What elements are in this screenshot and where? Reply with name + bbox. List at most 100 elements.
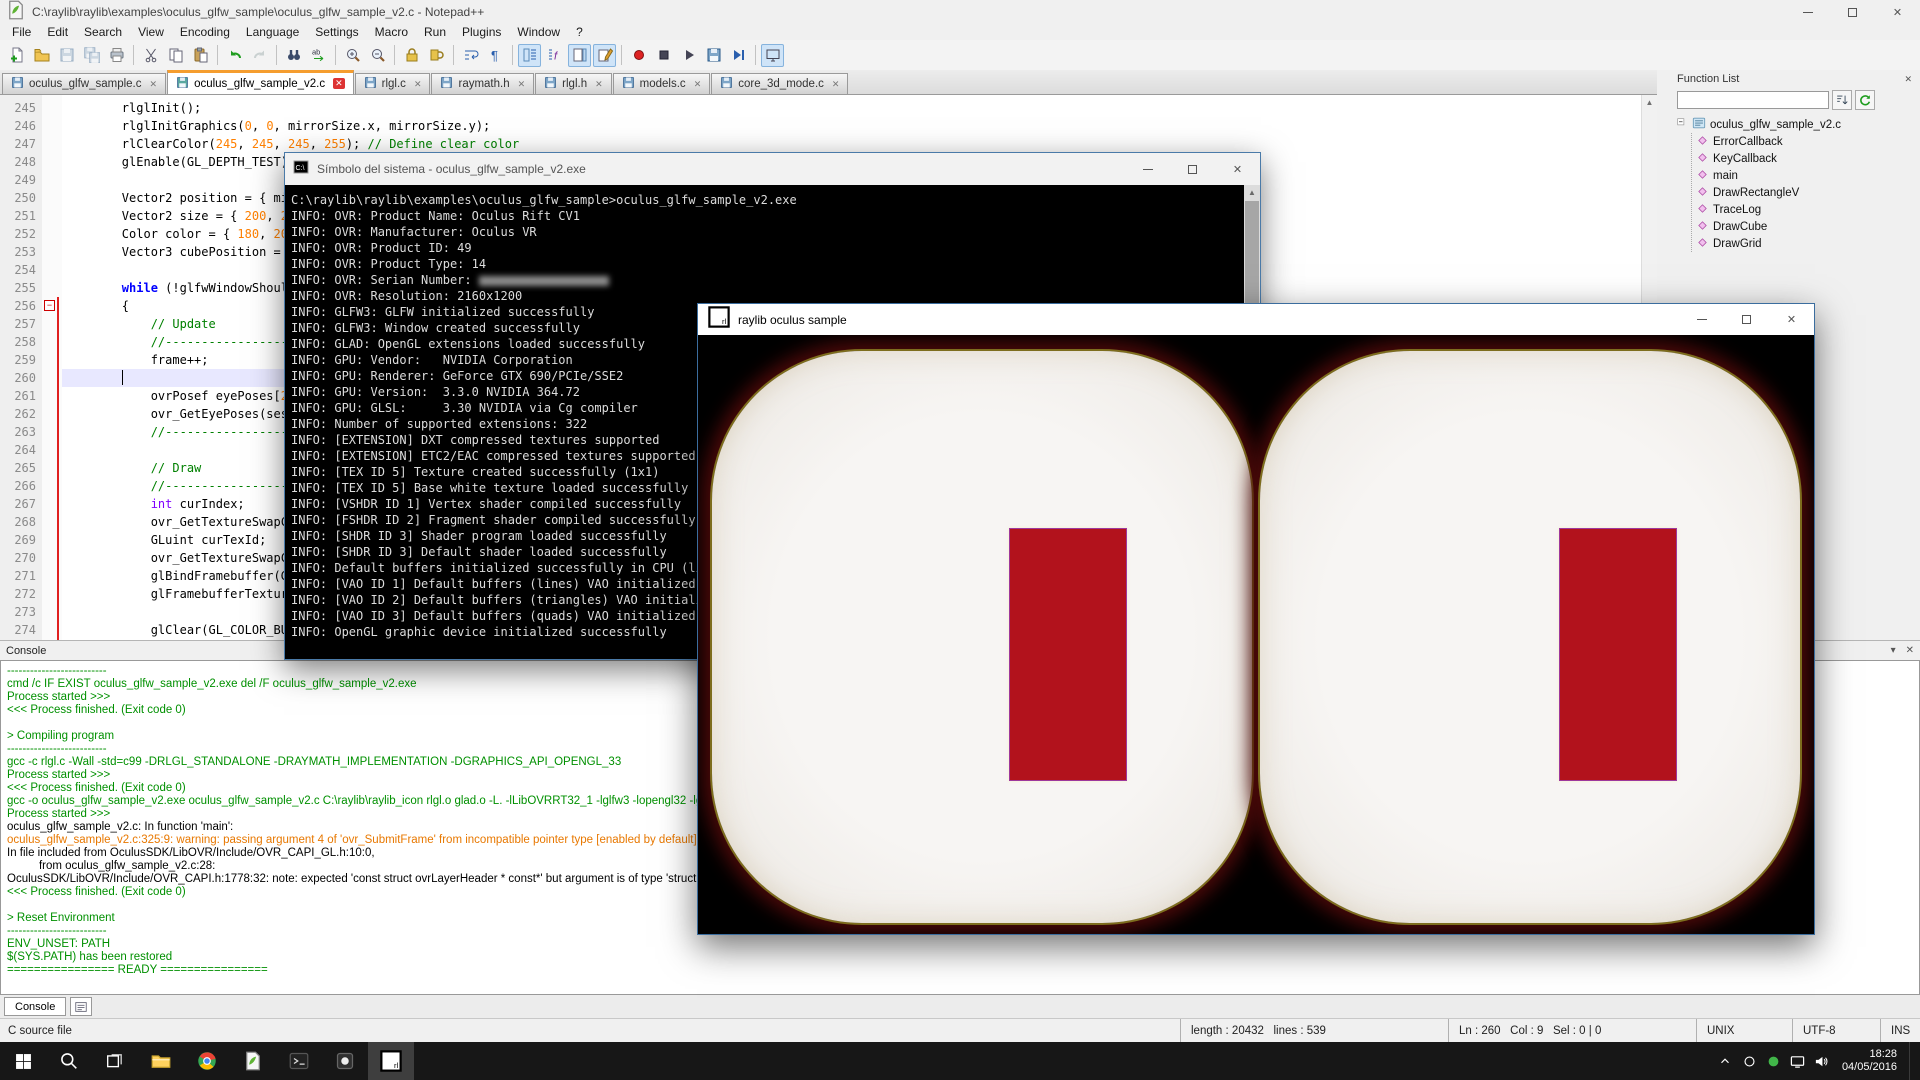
tab-console[interactable]: Console — [4, 997, 66, 1016]
npp-minimize-button[interactable] — [1785, 0, 1830, 24]
taskbar-chrome-icon[interactable] — [184, 1042, 230, 1080]
close-icon[interactable]: ✕ — [1906, 645, 1914, 656]
raylib-window[interactable]: rl raylib oculus sample ✕ — [697, 303, 1815, 935]
function-item-DrawCube[interactable]: DrawCube — [1696, 218, 1920, 235]
cmd-close-button[interactable]: ✕ — [1215, 153, 1260, 185]
taskbar-app-icon[interactable] — [322, 1042, 368, 1080]
close-tab-icon[interactable]: ✕ — [595, 79, 603, 90]
print-icon[interactable] — [105, 44, 128, 67]
menu-macro[interactable]: Macro — [367, 24, 416, 40]
menu-plugins[interactable]: Plugins — [454, 24, 509, 40]
save-macro-icon[interactable] — [702, 44, 725, 67]
raylib-titlebar[interactable]: rl raylib oculus sample ✕ — [698, 304, 1814, 335]
close-tab-icon[interactable]: ✕ — [832, 79, 840, 90]
redo-icon[interactable] — [248, 44, 271, 67]
doc-map-icon[interactable] — [568, 44, 591, 67]
tray-app1-icon[interactable] — [1737, 1042, 1761, 1080]
cut-icon[interactable] — [139, 44, 162, 67]
close-tab-icon[interactable]: ✕ — [414, 79, 422, 90]
tray-app2-icon[interactable] — [1761, 1042, 1785, 1080]
console-panel-icon[interactable] — [70, 997, 92, 1016]
menu-edit[interactable]: Edit — [39, 24, 76, 40]
open-file-icon[interactable] — [30, 44, 53, 67]
show-desktop-button[interactable] — [1909, 1042, 1914, 1080]
tab-oculus_glfw_sample.c[interactable]: oculus_glfw_sample.c✕ — [2, 73, 166, 94]
tab-core_3d_mode.c[interactable]: core_3d_mode.c✕ — [711, 73, 848, 94]
taskbar-search-icon[interactable] — [46, 1042, 92, 1080]
tab-models.c[interactable]: models.c✕ — [613, 73, 711, 94]
scroll-up-icon[interactable]: ▲ — [1642, 95, 1657, 110]
raylib-maximize-button[interactable] — [1724, 304, 1769, 335]
sync-scroll-h-icon[interactable] — [425, 44, 448, 67]
function-list-icon[interactable]: f — [543, 44, 566, 67]
function-item-TraceLog[interactable]: TraceLog — [1696, 201, 1920, 218]
raylib-close-button[interactable]: ✕ — [1769, 304, 1814, 335]
close-tab-icon[interactable]: ✕ — [150, 79, 158, 90]
paste-icon[interactable] — [189, 44, 212, 67]
sync-scroll-v-icon[interactable] — [400, 44, 423, 67]
tab-raymath.h[interactable]: raymath.h✕ — [431, 73, 534, 94]
zoom-out-icon[interactable] — [366, 44, 389, 67]
taskbar-task-view-icon[interactable] — [92, 1042, 138, 1080]
show-all-chars-icon[interactable]: ¶ — [484, 44, 507, 67]
taskbar-clock[interactable]: 18:28 04/05/2016 — [1833, 1048, 1905, 1074]
menu-encoding[interactable]: Encoding — [172, 24, 238, 40]
tab-oculus_glfw_sample_v2.c[interactable]: oculus_glfw_sample_v2.c✕ — [167, 70, 354, 94]
tray-display-icon[interactable] — [1785, 1042, 1809, 1080]
run-macro-icon[interactable] — [727, 44, 750, 67]
menu-file[interactable]: File — [4, 24, 39, 40]
word-wrap-icon[interactable] — [459, 44, 482, 67]
save-icon[interactable] — [55, 44, 78, 67]
menu-window[interactable]: Window — [509, 24, 568, 40]
raylib-minimize-button[interactable] — [1679, 304, 1724, 335]
close-tab-icon[interactable]: ✕ — [333, 78, 345, 89]
cmd-maximize-button[interactable] — [1170, 153, 1215, 185]
doc-switcher-icon[interactable] — [593, 44, 616, 67]
monitor-icon[interactable] — [761, 44, 784, 67]
copy-icon[interactable] — [164, 44, 187, 67]
cmd-minimize-button[interactable] — [1125, 153, 1170, 185]
taskbar-file-explorer-icon[interactable] — [138, 1042, 184, 1080]
cmd-titlebar[interactable]: C:\ Símbolo del sistema - oculus_glfw_sa… — [285, 153, 1260, 185]
fold-collapse-icon[interactable]: − — [44, 300, 55, 311]
save-all-icon[interactable] — [80, 44, 103, 67]
menu-run[interactable]: Run — [416, 24, 454, 40]
find-icon[interactable] — [282, 44, 305, 67]
tab-rlgl.h[interactable]: rlgl.h✕ — [535, 73, 611, 94]
close-tab-icon[interactable]: ✕ — [518, 79, 526, 90]
taskbar-start-icon[interactable] — [0, 1042, 46, 1080]
scroll-up-icon[interactable]: ▲ — [1244, 185, 1260, 200]
record-macro-icon[interactable] — [627, 44, 650, 67]
refresh-icon[interactable] — [1855, 90, 1875, 110]
doc-list-icon[interactable] — [518, 44, 541, 67]
play-macro-icon[interactable] — [677, 44, 700, 67]
menu-language[interactable]: Language — [238, 24, 307, 40]
close-icon[interactable]: ✕ — [1904, 74, 1912, 85]
tray-volume-icon[interactable] — [1809, 1042, 1833, 1080]
undo-icon[interactable] — [223, 44, 246, 67]
chevron-down-icon[interactable]: ▾ — [1891, 645, 1896, 656]
tree-root-oculus_glfw_sample_v2.c[interactable]: oculus_glfw_sample_v2.c — [1677, 116, 1920, 133]
tray-expand-icon[interactable] — [1713, 1042, 1737, 1080]
function-item-main[interactable]: main — [1696, 167, 1920, 184]
close-tab-icon[interactable]: ✕ — [694, 79, 702, 90]
function-search-input[interactable] — [1677, 91, 1829, 109]
scrollbar-thumb[interactable] — [1245, 201, 1259, 311]
function-item-DrawRectangleV[interactable]: DrawRectangleV — [1696, 184, 1920, 201]
stop-macro-icon[interactable] — [652, 44, 675, 67]
function-item-DrawGrid[interactable]: DrawGrid — [1696, 235, 1920, 252]
function-item-KeyCallback[interactable]: KeyCallback — [1696, 150, 1920, 167]
collapse-icon[interactable] — [1677, 118, 1688, 132]
npp-close-button[interactable]: ✕ — [1875, 0, 1920, 24]
taskbar-terminal-icon[interactable] — [276, 1042, 322, 1080]
taskbar-notepadpp-icon[interactable] — [230, 1042, 276, 1080]
menu-view[interactable]: View — [130, 24, 172, 40]
new-file-icon[interactable] — [5, 44, 28, 67]
zoom-in-icon[interactable] — [341, 44, 364, 67]
sort-icon[interactable] — [1832, 90, 1852, 110]
menu-search[interactable]: Search — [76, 24, 130, 40]
replace-icon[interactable]: ab — [307, 44, 330, 67]
npp-maximize-button[interactable] — [1830, 0, 1875, 24]
menu-settings[interactable]: Settings — [307, 24, 366, 40]
tab-rlgl.c[interactable]: rlgl.c✕ — [355, 73, 431, 94]
